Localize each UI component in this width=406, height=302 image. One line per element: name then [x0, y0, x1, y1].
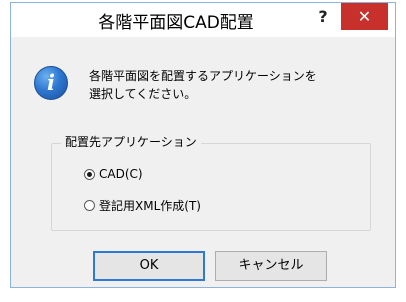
radio-xml-label[interactable]: 登記用XML作成(T) — [99, 197, 201, 214]
message-text: 各階平面図を配置するアプリケーションを 選択してください。 — [89, 67, 379, 103]
title-bar[interactable]: 各階平面図CAD配置 ? ✕ — [11, 3, 395, 37]
radio-cad[interactable]: CAD(C) — [84, 165, 143, 183]
radio-cad-indicator[interactable] — [84, 168, 95, 180]
destination-group — [51, 143, 371, 231]
group-title: 配置先アプリケーション — [61, 133, 201, 150]
dialog-window: 各階平面図CAD配置 ? ✕ i 各階平面図を配置するアプリケーションを 選択し… — [10, 2, 396, 288]
message-line-2: 選択してください。 — [89, 87, 197, 101]
help-button[interactable]: ? — [313, 7, 333, 31]
message-line-1: 各階平面図を配置するアプリケーションを — [89, 69, 317, 83]
radio-xml[interactable]: 登記用XML作成(T) — [84, 196, 201, 214]
radio-xml-indicator[interactable] — [84, 199, 95, 211]
info-icon: i — [34, 66, 68, 100]
close-button[interactable]: ✕ — [341, 3, 388, 30]
dialog-title: 各階平面図CAD配置 — [98, 13, 254, 33]
ok-button[interactable]: OK — [93, 251, 205, 281]
cancel-button[interactable]: キャンセル — [215, 251, 327, 281]
radio-cad-label[interactable]: CAD(C) — [99, 167, 143, 181]
